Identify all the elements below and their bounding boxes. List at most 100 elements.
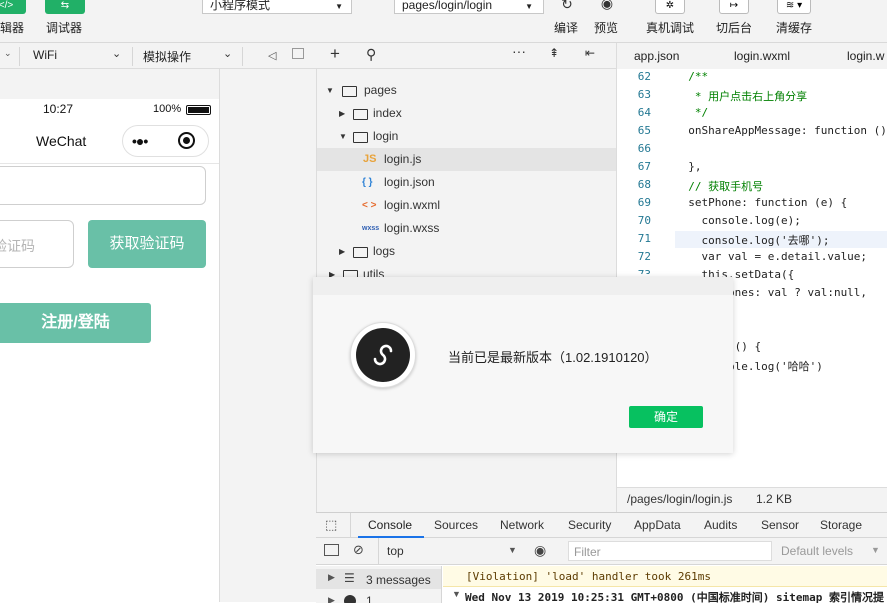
chevron-right-icon: ▶	[328, 572, 335, 582]
capsule-menu[interactable]: •●•	[122, 125, 209, 157]
chevron-down-icon: ▼	[326, 86, 334, 95]
page-select[interactable]: pages/login/login ▼	[394, 0, 544, 14]
wxml-file-icon: < >	[362, 200, 377, 211]
line-number: 71	[637, 232, 651, 245]
console-message-text: [Violation] 'load' handler took 261ms	[466, 570, 712, 583]
errors-filter[interactable]: ▶ 1	[316, 592, 441, 603]
dialog-titlebar	[313, 277, 733, 295]
mode-select[interactable]: 小程序模式 ▼	[202, 0, 352, 14]
preview-button[interactable]: ◉ 预览	[593, 0, 621, 42]
tab-storage[interactable]: Storage	[820, 518, 862, 532]
collapse-icon[interactable]: ⇤	[585, 46, 595, 60]
tree-item-login[interactable]: ▼ login	[317, 125, 617, 148]
network-select-value: WiFi	[33, 48, 57, 62]
debugger-toggle-button[interactable]: ⇆	[45, 0, 85, 14]
console-filter-input[interactable]: Filter	[568, 541, 772, 561]
background-label: 切后台	[716, 21, 753, 35]
confirm-button[interactable]: 确定	[629, 406, 703, 428]
simulate-operation-label: 模拟操作	[143, 50, 192, 64]
chevron-down-icon[interactable]: ▼	[452, 589, 461, 599]
phone-input[interactable]	[0, 166, 206, 205]
tab-network[interactable]: Network	[500, 518, 544, 532]
simulate-operation-select[interactable]: 模拟操作 ⌄	[133, 43, 241, 69]
editor-tabs: app.json login.wxml login.w	[616, 43, 887, 69]
tab-login-wxss[interactable]: login.w	[847, 49, 884, 63]
line-number: 69	[637, 196, 651, 209]
clear-cache-button[interactable]: ≋ ▾ 清缓存	[775, 0, 815, 42]
console-sidebar: ▶ ☰ 3 messages ▶ 1	[316, 566, 442, 603]
close-target-icon[interactable]	[178, 132, 195, 149]
editor-toggle-button[interactable]: </>	[0, 0, 26, 14]
more-icon[interactable]: ···	[512, 43, 526, 59]
preview-label: 预览	[594, 21, 619, 35]
line-number: 66	[637, 142, 651, 155]
tree-item-label: login.wxss	[384, 221, 440, 235]
battery-icon	[186, 105, 211, 115]
clear-cache-label: 清缓存	[776, 21, 813, 35]
line-number: 63	[637, 88, 651, 101]
update-dialog: 当前已是最新版本（1.02.1910120） 确定	[313, 277, 733, 453]
get-code-button[interactable]: 获取验证码	[88, 220, 206, 268]
eye-icon[interactable]: ◉	[534, 542, 546, 559]
filter-placeholder: Filter	[574, 545, 601, 559]
more-dots-icon[interactable]: •●•	[132, 133, 148, 149]
nav-title: WeChat	[36, 133, 87, 149]
code-line: onShareAppMessage: function ()	[675, 124, 887, 137]
tab-security[interactable]: Security	[568, 518, 611, 532]
code-line: console.log(e);	[675, 214, 801, 227]
network-select[interactable]: WiFi ⌄	[20, 43, 132, 69]
chevron-down-icon: ⌄	[223, 48, 233, 60]
window-icon[interactable]	[292, 48, 304, 59]
sidebar-toggle-icon[interactable]	[324, 544, 339, 556]
tab-appdata[interactable]: AppData	[634, 518, 681, 532]
chevron-down-icon[interactable]: ⌄	[4, 48, 12, 59]
tree-item-index[interactable]: ▶ index	[317, 102, 617, 125]
line-number: 68	[637, 178, 651, 191]
line-number: 70	[637, 214, 651, 227]
code-input[interactable]: 验证码	[0, 220, 74, 268]
line-number: 73	[617, 268, 651, 274]
chevron-down-icon: ▼	[525, 2, 533, 11]
tree-item-utils[interactable]: ▶ utils	[317, 263, 617, 277]
chevron-right-icon: ▶	[339, 247, 346, 256]
compile-button[interactable]: ↻ 编译	[553, 0, 581, 42]
tab-sensor[interactable]: Sensor	[761, 518, 799, 532]
register-login-button[interactable]: 注册/登陆	[0, 303, 151, 343]
context-select[interactable]: top ▼	[382, 538, 522, 564]
folder-icon	[353, 109, 368, 120]
list-icon: ☰	[344, 571, 355, 585]
volume-icon[interactable]: ◁	[268, 49, 276, 62]
background-button[interactable]: ↦ 切后台	[715, 0, 755, 42]
divider	[242, 47, 243, 66]
messages-filter[interactable]: ▶ ☰ 3 messages	[316, 569, 441, 589]
chevron-down-icon: ▼	[335, 2, 343, 11]
nav-divider	[0, 163, 219, 164]
chevron-down-icon[interactable]: ▼	[871, 545, 880, 555]
add-icon[interactable]: +	[330, 44, 340, 64]
secondary-toolbar: ⌄ WiFi ⌄ 模拟操作 ⌄ ◁ + ⚲ ··· ⇞ ⇤ app.json l…	[0, 43, 887, 69]
divider	[350, 513, 351, 538]
tree-item-login-json[interactable]: { } login.json	[317, 171, 617, 194]
inspect-icon[interactable]: ⬚	[325, 517, 337, 533]
line-number: 65	[637, 124, 651, 137]
tab-console[interactable]: Console	[358, 513, 424, 538]
tree-item-pages[interactable]: ▼ pages	[317, 79, 617, 102]
status-time: 10:27	[43, 102, 74, 116]
tree-item-logs[interactable]: ▶ logs	[317, 240, 617, 263]
default-levels-select[interactable]: Default levels	[781, 544, 853, 558]
tree-item-login-wxml[interactable]: < > login.wxml	[317, 194, 617, 217]
tab-sources[interactable]: Sources	[434, 518, 478, 532]
search-icon[interactable]: ⚲	[366, 46, 376, 63]
tree-item-login-wxss[interactable]: wxss login.wxss	[317, 217, 617, 240]
dialog-message: 当前已是最新版本（1.02.1910120）	[448, 350, 658, 365]
tree-item-login-js[interactable]: JS login.js	[317, 148, 617, 171]
chevron-right-icon: ▶	[339, 109, 346, 118]
tab-app-json[interactable]: app.json	[634, 49, 679, 63]
clear-console-icon[interactable]: ⊘	[353, 542, 364, 558]
tab-login-wxml[interactable]: login.wxml	[734, 49, 790, 63]
tab-audits[interactable]: Audits	[704, 518, 737, 532]
remote-debug-button[interactable]: ✲ 真机调试	[645, 0, 695, 42]
sort-icon[interactable]: ⇞	[549, 46, 559, 60]
context-select-value: top	[387, 544, 404, 558]
code-line: setPhone: function (e) {	[675, 196, 848, 209]
